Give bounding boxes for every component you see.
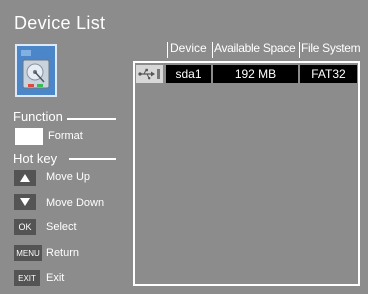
column-header-file-system: File System — [301, 41, 361, 55]
hotkey-divider — [69, 158, 116, 160]
page-title: Device List — [14, 13, 106, 33]
hotkey-label-move-down: Move Down — [46, 197, 105, 209]
header-divider — [299, 42, 300, 58]
hotkey-label-return: Return — [46, 247, 80, 259]
up-arrow-icon — [14, 170, 36, 186]
device-list-screen: Device List Function Format Hot key Move… — [0, 0, 368, 294]
format-icon[interactable] — [15, 128, 43, 145]
header-divider — [167, 42, 168, 58]
menu-key-icon: MENU — [14, 245, 42, 261]
function-divider — [67, 118, 116, 120]
exit-key-icon: EXIT — [14, 270, 40, 286]
device-name-cell[interactable]: sda1 — [166, 65, 211, 83]
hard-disk-icon — [15, 44, 57, 97]
usb-icon — [136, 65, 163, 83]
column-header-available-space: Available Space — [214, 41, 296, 55]
down-arrow-icon — [14, 194, 36, 210]
file-system-cell[interactable]: FAT32 — [300, 65, 357, 83]
hotkey-label-select: Select — [46, 221, 77, 233]
hotkey-heading: Hot key — [13, 151, 58, 166]
hotkey-label-exit: Exit — [46, 272, 65, 284]
function-heading: Function — [13, 109, 63, 124]
ok-key-icon: OK — [14, 219, 36, 235]
format-label: Format — [48, 130, 83, 142]
header-divider — [212, 42, 213, 58]
device-list-panel — [133, 61, 360, 286]
available-space-cell[interactable]: 192 MB — [213, 65, 298, 83]
column-header-device: Device — [170, 41, 207, 55]
hotkey-label-move-up: Move Up — [46, 171, 91, 183]
